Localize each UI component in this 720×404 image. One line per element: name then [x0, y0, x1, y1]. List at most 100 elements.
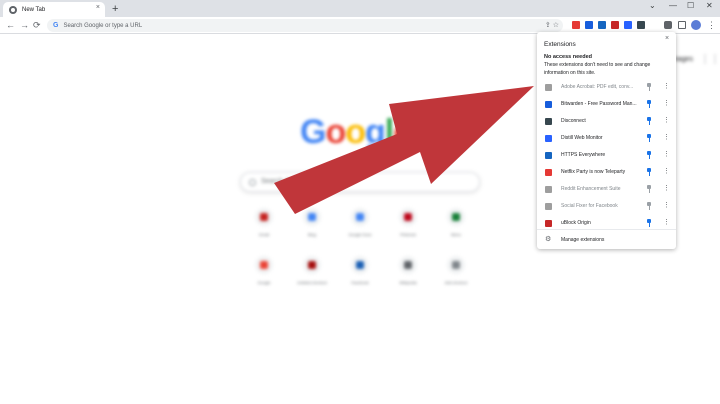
shortcut-label: Pinterest: [400, 232, 416, 237]
extension-row[interactable]: Social Fixer for Facebook ⋮: [537, 198, 676, 215]
pin-icon[interactable]: [647, 219, 651, 227]
pin-icon[interactable]: [647, 83, 651, 91]
shortcut-tile[interactable]: Google Docs: [340, 208, 380, 237]
address-placeholder: Search Google or type a URL: [63, 22, 143, 29]
pin-icon[interactable]: [647, 100, 651, 108]
disconnect-toolbar-icon[interactable]: [637, 21, 645, 29]
bitwarden-toolbar-icon[interactable]: [585, 21, 593, 29]
extensions-puzzle-icon[interactable]: [664, 21, 672, 29]
new-tab-button[interactable]: +: [112, 3, 118, 15]
pin-icon[interactable]: [647, 168, 651, 176]
shortcut-tile[interactable]: Unlisted shortcut: [292, 256, 332, 285]
extension-name: Disconnect: [561, 118, 586, 124]
ublock-icon: [545, 220, 552, 227]
extension-row[interactable]: Bitwarden - Free Password Man... ⋮: [537, 96, 676, 113]
google-icon: G: [53, 22, 59, 29]
logo-letter: G: [300, 113, 326, 151]
teleparty-toolbar-icon[interactable]: [572, 21, 580, 29]
distill-toolbar-icon[interactable]: [624, 21, 632, 29]
tab-strip: New Tab × + ⌄ — ☐ ✕: [0, 0, 720, 17]
bitwarden-icon: [545, 101, 552, 108]
more-options-icon[interactable]: ⋮: [663, 116, 670, 125]
tab-title: New Tab: [22, 6, 46, 13]
tab-search-icon[interactable]: ⌄: [649, 1, 656, 10]
shortcut-label: Wikipedia: [399, 280, 417, 285]
pin-icon[interactable]: [647, 134, 651, 142]
extension-name: Bitwarden - Free Password Man...: [561, 101, 637, 107]
shortcut-icon: [255, 256, 273, 274]
teleparty-icon: [545, 169, 552, 176]
close-icon[interactable]: ×: [665, 35, 669, 42]
chrome-icon: [9, 5, 17, 14]
pin-icon[interactable]: [647, 202, 651, 210]
extension-name: uBlock Origin: [561, 220, 591, 226]
manage-extensions-label: Manage extensions: [561, 237, 605, 243]
pin-icon[interactable]: [647, 185, 651, 193]
shortcut-tile[interactable]: Add shortcut: [436, 256, 476, 285]
extension-name: Social Fixer for Facebook: [561, 203, 618, 209]
shortcut-label: Add shortcut: [444, 280, 468, 285]
extension-row[interactable]: Netflix Party is now Teleparty ⋮: [537, 164, 676, 181]
ntp-search-input[interactable]: Search Google or type a URL: [240, 172, 480, 192]
ublock-toolbar-icon[interactable]: [611, 21, 619, 29]
shortcut-label: Menu: [450, 232, 461, 237]
disconnect-icon: [545, 118, 552, 125]
shortcut-tile[interactable]: Pinterest: [388, 208, 428, 237]
maximize-icon[interactable]: ☐: [687, 1, 694, 10]
chrome-menu-icon[interactable]: ⋮: [707, 19, 716, 31]
popup-title: Extensions: [544, 41, 576, 48]
more-options-icon[interactable]: ⋮: [663, 150, 670, 159]
more-options-icon[interactable]: ⋮: [663, 82, 670, 91]
forward-button[interactable]: →: [20, 19, 29, 31]
shortcut-tile[interactable]: Menu: [436, 208, 476, 237]
extension-name: Adobe Acrobat: PDF edit, conv...: [561, 84, 634, 90]
google-logo: Google: [300, 113, 412, 152]
https-toolbar-icon[interactable]: [598, 21, 606, 29]
more-options-icon[interactable]: ⋮: [663, 99, 670, 108]
more-options-icon[interactable]: ⋮: [663, 184, 670, 193]
distill-icon: [545, 135, 552, 142]
reddit-icon: [545, 186, 552, 193]
more-options-icon[interactable]: ⋮: [663, 201, 670, 210]
extension-row[interactable]: Distill Web Monitor ⋮: [537, 130, 676, 147]
pin-icon[interactable]: [647, 151, 651, 159]
address-bar[interactable]: G Search Google or type a URL ⇪ ☆: [47, 19, 563, 32]
shortcut-tile[interactable]: Wikipedia: [388, 256, 428, 285]
shortcut-icon: [399, 256, 417, 274]
tab-close-icon[interactable]: ×: [96, 4, 100, 11]
manage-extensions-button[interactable]: ⚙ Manage extensions: [537, 234, 676, 246]
back-button[interactable]: ←: [6, 19, 15, 31]
side-panel-icon[interactable]: [678, 21, 686, 29]
extension-name: HTTPS Everywhere: [561, 152, 606, 158]
minimize-icon[interactable]: —: [669, 1, 677, 10]
shortcut-tile[interactable]: Google: [244, 256, 284, 285]
shortcut-tile[interactable]: Blog: [292, 208, 332, 237]
logo-letter: g: [365, 113, 386, 151]
reload-button[interactable]: ⟳: [33, 19, 41, 31]
pin-icon[interactable]: [647, 117, 651, 125]
close-window-icon[interactable]: ✕: [706, 1, 713, 10]
bookmark-star-icon[interactable]: ⇪ ☆: [545, 21, 559, 29]
socialfixer-icon: [545, 203, 552, 210]
avatar[interactable]: [691, 20, 701, 30]
extension-row[interactable]: HTTPS Everywhere ⋮: [537, 147, 676, 164]
section-title: No access needed: [544, 54, 592, 60]
shortcut-label: Blog: [307, 232, 316, 237]
apps-grid-icon[interactable]: ⋮⋮: [700, 54, 720, 65]
extension-row[interactable]: Reddit Enhancement Suite ⋮: [537, 181, 676, 198]
gear-icon: ⚙: [545, 236, 552, 243]
shortcut-icon: [447, 256, 465, 274]
more-options-icon[interactable]: ⋮: [663, 218, 670, 227]
extension-row[interactable]: Adobe Acrobat: PDF edit, conv... ⋮: [537, 79, 676, 96]
shortcut-tile[interactable]: Gmail: [244, 208, 284, 237]
shortcut-label: Facebook: [351, 280, 369, 285]
extension-name: Reddit Enhancement Suite: [561, 186, 621, 192]
tab-new-tab[interactable]: New Tab ×: [3, 2, 105, 17]
shortcut-label: Google: [257, 280, 271, 285]
shortcut-tile[interactable]: Facebook: [340, 256, 380, 285]
logo-letter: e: [393, 113, 412, 151]
more-options-icon[interactable]: ⋮: [663, 133, 670, 142]
acrobat-icon: [545, 84, 552, 91]
extension-row[interactable]: Disconnect ⋮: [537, 113, 676, 130]
more-options-icon[interactable]: ⋮: [663, 167, 670, 176]
